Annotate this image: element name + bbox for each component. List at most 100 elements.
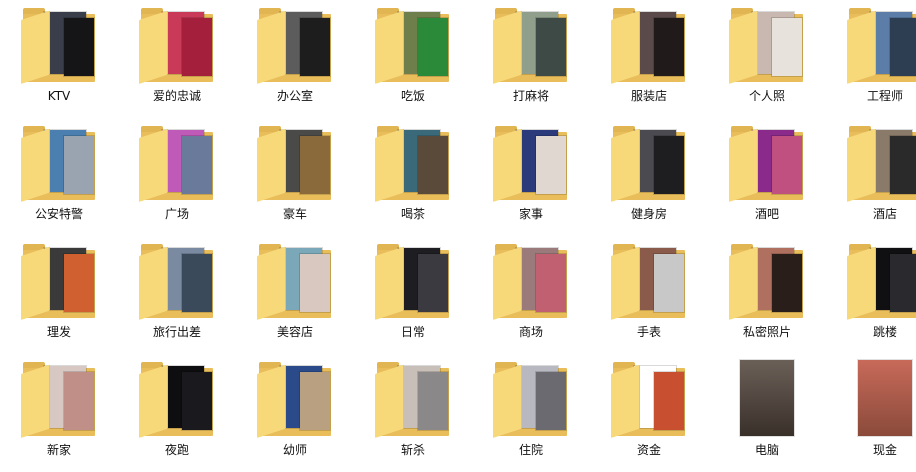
folder-item[interactable]: 手表 xyxy=(590,236,708,354)
folder-front xyxy=(611,10,640,84)
folder-front xyxy=(21,128,50,202)
folder-label: 办公室 xyxy=(276,89,313,103)
folder-icon xyxy=(0,360,118,444)
folder-label: 跳楼 xyxy=(872,325,897,339)
folder-front xyxy=(493,364,522,438)
folder-front xyxy=(139,10,168,84)
folder-front xyxy=(21,246,50,320)
folder-label: 家事 xyxy=(518,207,543,221)
folder-icon xyxy=(708,242,826,326)
folder-item[interactable]: 豪车 xyxy=(236,118,354,236)
folder-icon xyxy=(472,242,590,326)
folder-label: 健身房 xyxy=(630,207,667,221)
folder-front xyxy=(257,10,286,84)
folder-icon xyxy=(236,360,354,444)
folder-preview-thumbnail xyxy=(64,136,94,194)
folder-item[interactable]: 家事 xyxy=(472,118,590,236)
image-file-item[interactable]: 电脑 xyxy=(708,354,826,472)
folder-icon xyxy=(118,242,236,326)
folder-item[interactable]: 住院 xyxy=(472,354,590,472)
folder-preview-thumbnail xyxy=(654,18,684,76)
folder-item[interactable]: 理发 xyxy=(0,236,118,354)
folder-icon xyxy=(354,360,472,444)
folder-item[interactable]: 酒店 xyxy=(826,118,916,236)
folder-item[interactable]: 私密照片 xyxy=(708,236,826,354)
folder-front xyxy=(729,128,758,202)
folder-label: 幼师 xyxy=(282,443,307,457)
folder-icon xyxy=(0,124,118,208)
folder-label: 手表 xyxy=(636,325,661,339)
folder-icon xyxy=(826,242,916,326)
folder-icon xyxy=(590,6,708,90)
folder-icon xyxy=(826,124,916,208)
folder-item[interactable]: 斩杀 xyxy=(354,354,472,472)
folder-label: 豪车 xyxy=(282,207,307,221)
folder-item[interactable]: 资金 xyxy=(590,354,708,472)
folder-front xyxy=(847,10,876,84)
folder-preview-thumbnail xyxy=(772,18,802,76)
folder-icon xyxy=(472,124,590,208)
folder-label: 酒店 xyxy=(872,207,897,221)
folder-label: 美容店 xyxy=(276,325,313,339)
folder-label: 打麻将 xyxy=(512,89,549,103)
folder-item[interactable]: 商场 xyxy=(472,236,590,354)
image-file-item[interactable]: 现金 xyxy=(826,354,916,472)
folder-label: KTV xyxy=(47,89,71,103)
folder-front xyxy=(375,246,404,320)
folder-preview-thumbnail xyxy=(890,136,916,194)
folder-front xyxy=(493,246,522,320)
folder-item[interactable]: 办公室 xyxy=(236,0,354,118)
folder-icon xyxy=(236,124,354,208)
folder-icon xyxy=(0,242,118,326)
folder-item[interactable]: 广场 xyxy=(118,118,236,236)
folder-preview-thumbnail xyxy=(536,18,566,76)
folder-item[interactable]: 个人照 xyxy=(708,0,826,118)
folder-front xyxy=(139,128,168,202)
folder-preview-thumbnail xyxy=(536,136,566,194)
folder-label: 日常 xyxy=(400,325,425,339)
folder-item[interactable]: 打麻将 xyxy=(472,0,590,118)
folder-item[interactable]: 工程师 xyxy=(826,0,916,118)
folder-label: 私密照片 xyxy=(742,325,791,339)
folder-icon xyxy=(590,242,708,326)
folder-label: 个人照 xyxy=(748,89,785,103)
folder-item[interactable]: 新家 xyxy=(0,354,118,472)
folder-icon xyxy=(354,124,472,208)
folder-item[interactable]: 健身房 xyxy=(590,118,708,236)
folder-front xyxy=(21,364,50,438)
folder-item[interactable]: 喝茶 xyxy=(354,118,472,236)
folder-front xyxy=(139,364,168,438)
image-thumbnail-icon xyxy=(708,360,826,444)
folder-preview-thumbnail xyxy=(536,254,566,312)
file-label: 电脑 xyxy=(754,443,779,457)
folder-front xyxy=(611,364,640,438)
folder-label: 吃饭 xyxy=(400,89,425,103)
folder-label: 工程师 xyxy=(866,89,903,103)
folder-item[interactable]: 吃饭 xyxy=(354,0,472,118)
folder-item[interactable]: 美容店 xyxy=(236,236,354,354)
folder-front xyxy=(257,364,286,438)
folder-item[interactable]: 夜跑 xyxy=(118,354,236,472)
folder-item[interactable]: 旅行出差 xyxy=(118,236,236,354)
folder-item[interactable]: 跳楼 xyxy=(826,236,916,354)
folder-icon xyxy=(118,360,236,444)
folder-item[interactable]: 日常 xyxy=(354,236,472,354)
folder-preview-thumbnail xyxy=(654,254,684,312)
folder-icon xyxy=(826,6,916,90)
folder-label: 旅行出差 xyxy=(152,325,201,339)
folder-item[interactable]: 爱的忠诚 xyxy=(118,0,236,118)
folder-label: 爱的忠诚 xyxy=(152,89,201,103)
folder-label: 广场 xyxy=(164,207,189,221)
folder-preview-thumbnail xyxy=(890,18,916,76)
folder-preview-thumbnail xyxy=(64,18,94,76)
folder-item[interactable]: KTV xyxy=(0,0,118,118)
folder-item[interactable]: 酒吧 xyxy=(708,118,826,236)
folder-front xyxy=(611,128,640,202)
folder-preview-thumbnail xyxy=(300,254,330,312)
folder-label: 斩杀 xyxy=(400,443,425,457)
folder-front xyxy=(139,246,168,320)
folder-item[interactable]: 公安特警 xyxy=(0,118,118,236)
folder-item[interactable]: 服装店 xyxy=(590,0,708,118)
folder-item[interactable]: 幼师 xyxy=(236,354,354,472)
folder-preview-thumbnail xyxy=(182,136,212,194)
